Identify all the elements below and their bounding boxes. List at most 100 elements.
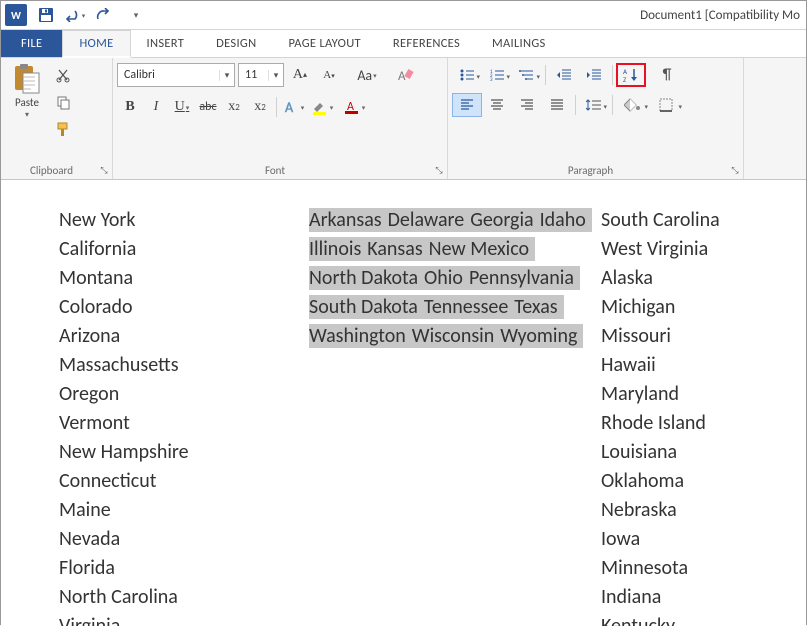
font-size-combo[interactable]: 11 ▾ bbox=[238, 63, 284, 87]
list-item[interactable]: Texas bbox=[514, 293, 563, 322]
borders-button[interactable]: ▾ bbox=[650, 93, 684, 117]
list-item[interactable]: Georgia bbox=[470, 206, 539, 235]
list-item[interactable]: Pennsylvania bbox=[469, 264, 580, 293]
list-item[interactable]: Washington bbox=[309, 322, 412, 351]
multilevel-list-button[interactable]: ▾ bbox=[512, 63, 542, 87]
tab-references[interactable]: REFERENCES bbox=[377, 30, 476, 57]
italic-button[interactable]: I bbox=[143, 95, 169, 119]
list-item[interactable]: Illinois bbox=[309, 235, 367, 264]
strikethrough-button[interactable]: abc bbox=[195, 95, 221, 119]
bullets-button[interactable]: ▾ bbox=[452, 63, 482, 87]
save-button[interactable] bbox=[33, 3, 59, 27]
chevron-down-icon: ▾ bbox=[25, 110, 29, 120]
align-right-button[interactable] bbox=[512, 93, 542, 117]
shading-button[interactable]: ▾ bbox=[616, 93, 650, 117]
clipboard-icon bbox=[13, 63, 41, 95]
show-hide-button[interactable]: ¶ bbox=[652, 63, 682, 87]
list-item[interactable]: Michigan bbox=[601, 293, 801, 322]
list-item[interactable]: Maryland bbox=[601, 380, 801, 409]
text-effects-button[interactable]: A▾ bbox=[280, 95, 306, 119]
tab-design[interactable]: DESIGN bbox=[200, 30, 272, 57]
list-item[interactable]: Montana bbox=[59, 264, 309, 293]
list-item[interactable]: Nebraska bbox=[601, 496, 801, 525]
font-launcher[interactable]: ⤡ bbox=[433, 164, 445, 176]
list-item[interactable]: Rhode Island bbox=[601, 409, 801, 438]
list-item[interactable]: Minnesota bbox=[601, 554, 801, 583]
tab-home[interactable]: HOME bbox=[62, 30, 130, 58]
list-item[interactable]: New Hampshire bbox=[59, 438, 309, 467]
paste-label: Paste bbox=[15, 96, 39, 109]
highlight-button[interactable]: ▾ bbox=[306, 95, 338, 119]
subscript-button[interactable]: x2 bbox=[221, 95, 247, 119]
list-item[interactable]: North Dakota bbox=[309, 264, 424, 293]
list-item[interactable]: Missouri bbox=[601, 322, 801, 351]
font-name-combo[interactable]: Calibri ▾ bbox=[117, 63, 235, 87]
redo-button[interactable] bbox=[89, 3, 115, 27]
clipboard-launcher[interactable]: ⤡ bbox=[98, 164, 110, 176]
document-area[interactable]: New YorkCaliforniaMontanaColoradoArizona… bbox=[1, 180, 806, 626]
paragraph-launcher[interactable]: ⤡ bbox=[729, 164, 741, 176]
line-spacing-button[interactable]: ▾ bbox=[579, 93, 609, 117]
tab-file[interactable]: FILE bbox=[1, 30, 62, 57]
bold-button[interactable]: B bbox=[117, 95, 143, 119]
list-item[interactable]: Hawaii bbox=[601, 351, 801, 380]
decrease-indent-button[interactable] bbox=[549, 63, 579, 87]
font-color-button[interactable]: A▾ bbox=[338, 95, 370, 119]
list-item[interactable]: South Carolina bbox=[601, 206, 801, 235]
list-item[interactable]: Colorado bbox=[59, 293, 309, 322]
list-item[interactable]: California bbox=[59, 235, 309, 264]
copy-button[interactable] bbox=[51, 90, 75, 114]
list-item[interactable]: Iowa bbox=[601, 525, 801, 554]
list-item[interactable]: Arizona bbox=[59, 322, 309, 351]
list-item[interactable]: Vermont bbox=[59, 409, 309, 438]
sort-button[interactable]: AZ bbox=[616, 63, 646, 87]
change-case-button[interactable]: Aa▾ bbox=[354, 63, 380, 87]
paste-button[interactable]: Paste ▾ bbox=[5, 61, 49, 161]
align-center-button[interactable] bbox=[482, 93, 512, 117]
list-item[interactable]: Kentucky bbox=[601, 612, 801, 626]
list-item[interactable]: Alaska bbox=[601, 264, 801, 293]
list-item[interactable]: Kansas bbox=[367, 235, 428, 264]
list-item[interactable]: Tennessee bbox=[424, 293, 514, 322]
list-item[interactable]: Florida bbox=[59, 554, 309, 583]
format-painter-button[interactable] bbox=[51, 117, 75, 141]
tab-page-layout[interactable]: PAGE LAYOUT bbox=[272, 30, 376, 57]
list-item[interactable]: Ohio bbox=[424, 264, 469, 293]
list-item[interactable]: New Mexico bbox=[429, 235, 535, 264]
align-left-button[interactable] bbox=[452, 93, 482, 117]
increase-indent-button[interactable] bbox=[579, 63, 609, 87]
list-item[interactable]: Virginia bbox=[59, 612, 309, 626]
tab-mailings[interactable]: MAILINGS bbox=[476, 30, 562, 57]
superscript-button[interactable]: x2 bbox=[247, 95, 273, 119]
list-item[interactable]: Delaware bbox=[388, 206, 471, 235]
list-item[interactable]: North Carolina bbox=[59, 583, 309, 612]
list-item[interactable]: Wisconsin bbox=[412, 322, 500, 351]
tab-insert[interactable]: INSERT bbox=[131, 30, 201, 57]
justify-button[interactable] bbox=[542, 93, 572, 117]
list-item[interactable]: West Virginia bbox=[601, 235, 801, 264]
list-item[interactable]: South Dakota bbox=[309, 293, 424, 322]
clear-formatting-button[interactable]: A bbox=[392, 63, 418, 87]
list-item[interactable]: Indiana bbox=[601, 583, 801, 612]
list-item[interactable]: Arkansas bbox=[309, 206, 388, 235]
group-paragraph: ▾ 123▾ ▾ AZ ¶ bbox=[448, 58, 744, 179]
svg-text:3: 3 bbox=[490, 77, 493, 82]
list-item[interactable]: New York bbox=[59, 206, 309, 235]
list-item[interactable]: Nevada bbox=[59, 525, 309, 554]
list-item[interactable]: Oregon bbox=[59, 380, 309, 409]
numbering-button[interactable]: 123▾ bbox=[482, 63, 512, 87]
list-item[interactable]: Massachusetts bbox=[59, 351, 309, 380]
list-item[interactable]: Oklahoma bbox=[601, 467, 801, 496]
underline-button[interactable]: U▾ bbox=[169, 95, 195, 119]
word-app-icon: W bbox=[5, 4, 27, 26]
grow-font-button[interactable]: A▴ bbox=[287, 63, 313, 87]
list-item[interactable]: Maine bbox=[59, 496, 309, 525]
list-item[interactable]: Idaho bbox=[540, 206, 592, 235]
cut-button[interactable] bbox=[51, 63, 75, 87]
list-item[interactable]: Connecticut bbox=[59, 467, 309, 496]
shrink-font-button[interactable]: A▾ bbox=[316, 63, 342, 87]
list-item[interactable]: Wyoming bbox=[500, 322, 583, 351]
undo-button[interactable]: ▾ bbox=[61, 3, 87, 27]
list-item[interactable]: Louisiana bbox=[601, 438, 801, 467]
customize-qat-button[interactable]: ▾ bbox=[129, 3, 143, 27]
